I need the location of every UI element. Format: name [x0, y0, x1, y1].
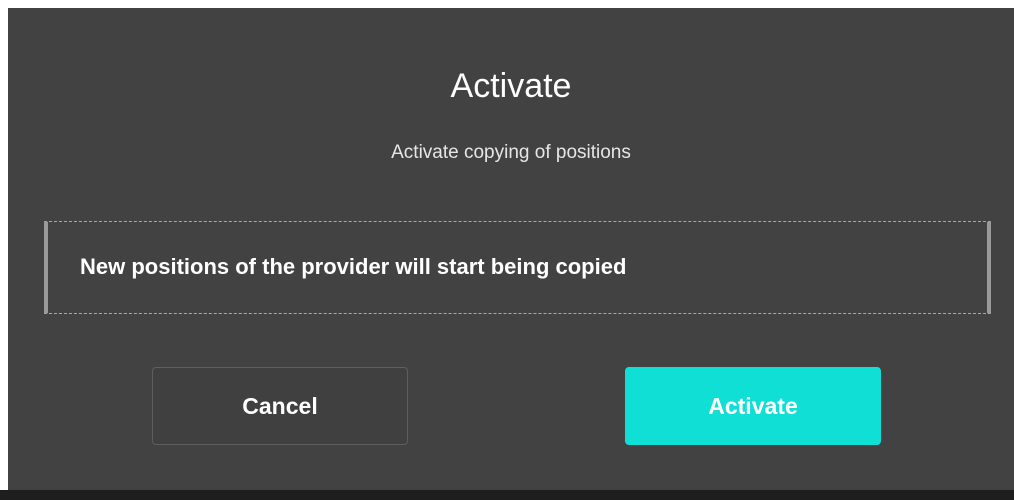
- activate-dialog: Activate Activate copying of positions N…: [8, 8, 1014, 490]
- background-overlay: [0, 490, 1014, 500]
- notice-box: New positions of the provider will start…: [44, 221, 991, 314]
- activate-button[interactable]: Activate: [625, 367, 881, 445]
- notice-text: New positions of the provider will start…: [80, 254, 627, 279]
- cancel-button[interactable]: Cancel: [152, 367, 408, 445]
- dialog-subtitle: Activate copying of positions: [391, 142, 631, 163]
- dialog-title: Activate: [450, 67, 572, 105]
- activate-button-label: Activate: [708, 392, 798, 419]
- cancel-button-label: Cancel: [242, 392, 318, 419]
